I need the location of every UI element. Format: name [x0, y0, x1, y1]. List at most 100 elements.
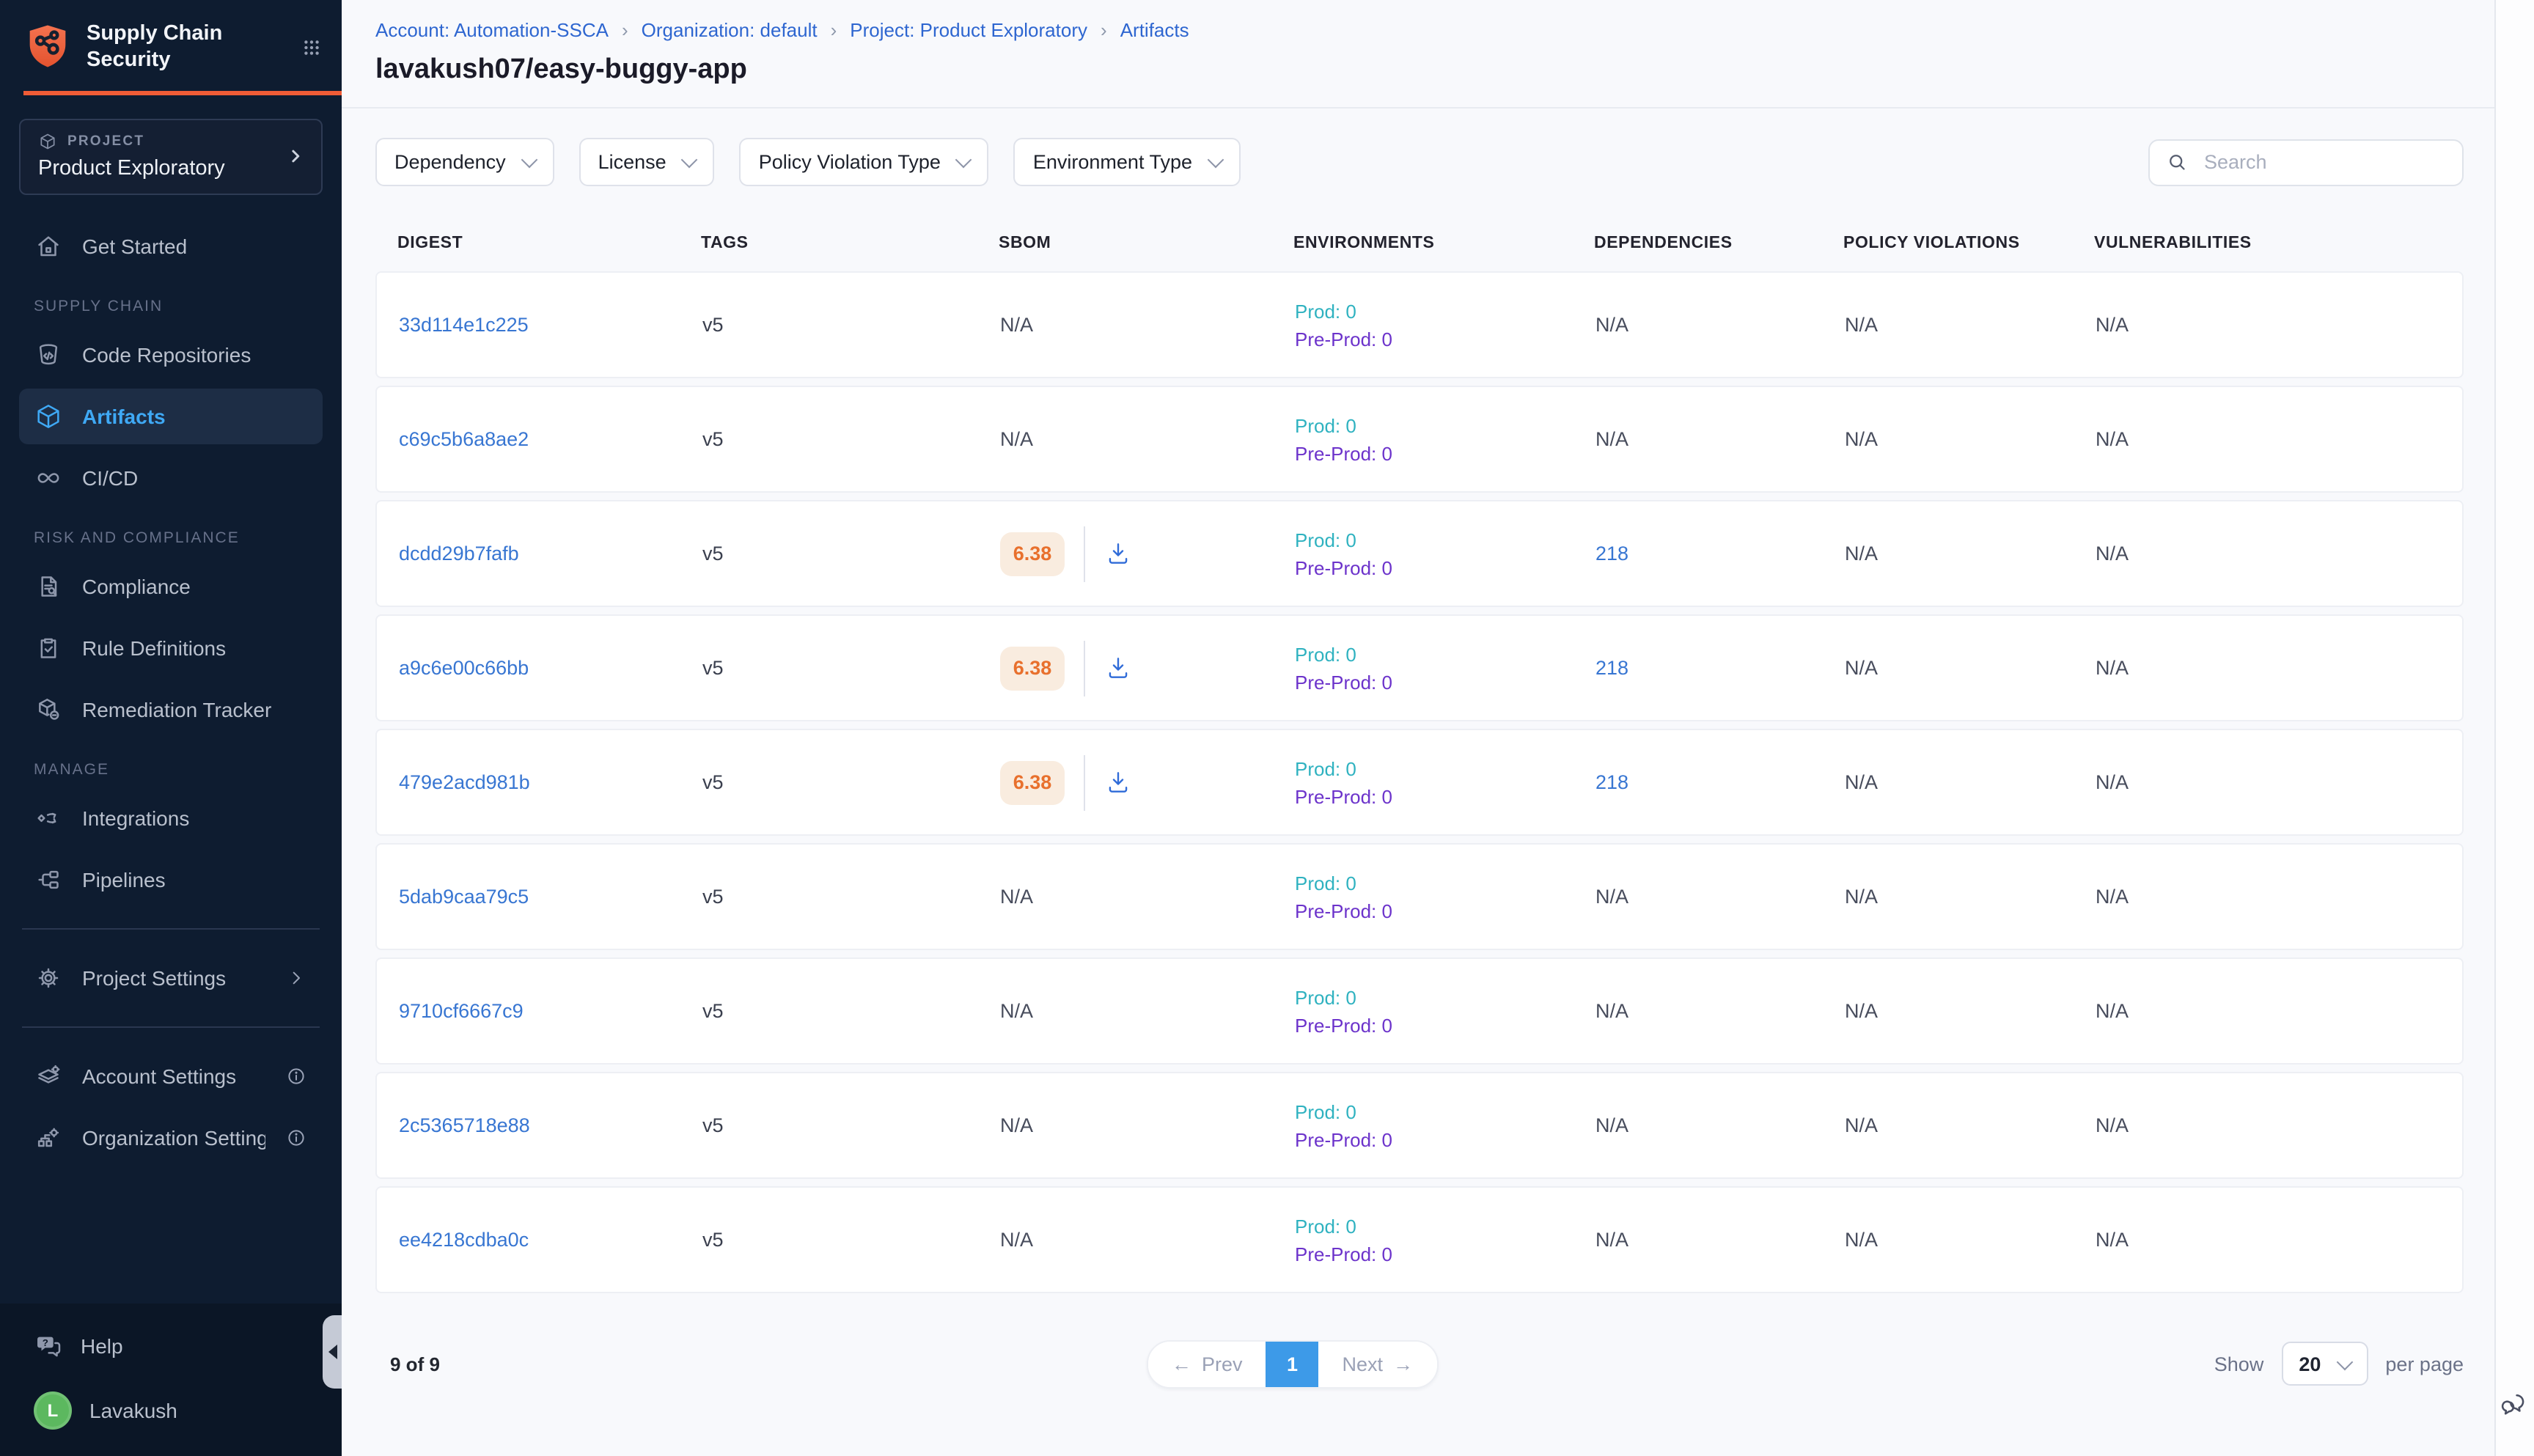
- table-row[interactable]: 9710cf6667c9v5N/AProd: 0Pre-Prod: 0N/AN/…: [375, 957, 2464, 1065]
- filter-dropdown-license[interactable]: License: [579, 138, 715, 186]
- page-title: lavakush07/easy-buggy-app: [375, 54, 2464, 87]
- sidebar-item-pipelines[interactable]: Pipelines: [19, 852, 323, 908]
- sidebar-item-compliance[interactable]: Compliance: [19, 559, 323, 614]
- table-row[interactable]: c69c5b6a8ae2v5N/AProd: 0Pre-Prod: 0N/AN/…: [375, 386, 2464, 493]
- main-content: Account: Automation-SSCA › Organization: d…: [342, 0, 2494, 1456]
- sidebar-section-label: SUPPLY CHAIN: [34, 298, 323, 315]
- env-prod-count[interactable]: Prod: 0: [1295, 1212, 1392, 1240]
- env-preprod-count[interactable]: Pre-Prod: 0: [1295, 1011, 1392, 1039]
- digest-link[interactable]: 479e2acd981b: [399, 771, 530, 793]
- env-preprod-count[interactable]: Pre-Prod: 0: [1295, 1125, 1392, 1153]
- digest-link[interactable]: dcdd29b7fafb: [399, 543, 519, 565]
- sidebar-item-remediation-tracker[interactable]: Remediation Tracker: [19, 682, 323, 738]
- policy-violations-value: N/A: [1845, 771, 1878, 793]
- project-selector[interactable]: PROJECT Product Exploratory: [19, 119, 323, 195]
- filter-dropdown-environment-type[interactable]: Environment Type: [1014, 138, 1241, 186]
- table-row[interactable]: dcdd29b7fafbv56.38Prod: 0Pre-Prod: 0218N…: [375, 500, 2464, 607]
- env-preprod-count[interactable]: Pre-Prod: 0: [1295, 782, 1392, 810]
- right-gutter: [2494, 0, 2534, 1456]
- dependencies-count-link[interactable]: 218: [1595, 771, 1628, 793]
- digest-link[interactable]: ee4218cdba0c: [399, 1229, 529, 1251]
- sidebar-item-code-repositories[interactable]: Code Repositories: [19, 327, 323, 383]
- sidebar-item-help[interactable]: ? Help: [34, 1321, 308, 1371]
- env-prod-count[interactable]: Prod: 0: [1295, 640, 1392, 668]
- feedback-chat-icon[interactable]: [2500, 1390, 2528, 1418]
- digest-link[interactable]: 2c5365718e88: [399, 1114, 530, 1136]
- table-row[interactable]: 479e2acd981bv56.38Prod: 0Pre-Prod: 0218N…: [375, 729, 2464, 836]
- sidebar-item-get-started[interactable]: Get Started: [19, 218, 323, 274]
- breadcrumb-link-artifacts[interactable]: Artifacts: [1120, 19, 1189, 41]
- env-prod-count[interactable]: Prod: 0: [1295, 754, 1392, 782]
- sidebar-divider: [22, 928, 320, 930]
- code-repository-icon: [34, 340, 63, 369]
- env-prod-count[interactable]: Prod: 0: [1295, 1097, 1392, 1125]
- breadcrumb-link-project-product-exploratory[interactable]: Project: Product Exploratory: [850, 19, 1087, 41]
- breadcrumb: Account: Automation-SSCA › Organization: d…: [375, 19, 2464, 41]
- vulnerabilities-value: N/A: [2096, 1000, 2129, 1022]
- app-window: Supply ChainSecurity PROJECT Product Exp…: [0, 0, 2534, 1456]
- env-prod-count[interactable]: Prod: 0: [1295, 869, 1392, 897]
- module-switcher-grid-icon[interactable]: [302, 37, 321, 56]
- env-preprod-count[interactable]: Pre-Prod: 0: [1295, 668, 1392, 696]
- env-preprod-count[interactable]: Pre-Prod: 0: [1295, 554, 1392, 581]
- user-profile[interactable]: L Lavakush: [34, 1386, 308, 1435]
- filter-bar: Dependency License Policy Violation Type En…: [375, 138, 2464, 186]
- product-name: Supply ChainSecurity: [87, 21, 287, 73]
- filter-dropdown-dependency[interactable]: Dependency: [375, 138, 554, 186]
- column-header-digest: DIGEST: [397, 235, 701, 252]
- digest-link[interactable]: a9c6e00c66bb: [399, 657, 529, 679]
- download-sbom-icon[interactable]: [1104, 768, 1132, 796]
- table-row[interactable]: 2c5365718e88v5N/AProd: 0Pre-Prod: 0N/AN/…: [375, 1072, 2464, 1179]
- digest-link[interactable]: 9710cf6667c9: [399, 1000, 524, 1022]
- sidebar-item-rule-definitions[interactable]: Rule Definitions: [19, 620, 323, 676]
- download-sbom-icon[interactable]: [1104, 654, 1132, 682]
- sidebar-collapse-handle[interactable]: [323, 1315, 342, 1389]
- env-prod-count[interactable]: Prod: 0: [1295, 983, 1392, 1011]
- breadcrumb-link-account-automation-ssca[interactable]: Account: Automation-SSCA: [375, 19, 609, 41]
- sidebar-item-project-settings[interactable]: Project Settings: [19, 950, 323, 1006]
- filter-dropdown-policy-violation-type[interactable]: Policy Violation Type: [740, 138, 989, 186]
- sidebar-item-integrations[interactable]: Integrations: [19, 790, 323, 846]
- sidebar-item-artifacts[interactable]: Artifacts: [19, 389, 323, 444]
- user-name: Lavakush: [89, 1399, 308, 1422]
- table-row[interactable]: 5dab9caa79c5v5N/AProd: 0Pre-Prod: 0N/AN/…: [375, 843, 2464, 950]
- sidebar-item-account-settings[interactable]: Account Settings: [19, 1048, 323, 1104]
- cube-icon: [34, 402, 63, 431]
- prev-page-button[interactable]: ← Prev: [1148, 1342, 1266, 1387]
- search-input[interactable]: [2201, 150, 2446, 174]
- env-preprod-count[interactable]: Pre-Prod: 0: [1295, 1240, 1392, 1268]
- download-sbom-icon[interactable]: [1104, 540, 1132, 567]
- page-number-button[interactable]: 1: [1266, 1342, 1319, 1387]
- breadcrumb-link-organization-default[interactable]: Organization: default: [642, 19, 818, 41]
- env-preprod-count[interactable]: Pre-Prod: 0: [1295, 439, 1392, 467]
- breadcrumb-separator: ›: [622, 19, 628, 41]
- next-page-button[interactable]: Next →: [1319, 1342, 1437, 1387]
- env-prod-count[interactable]: Prod: 0: [1295, 297, 1392, 325]
- table-row[interactable]: 33d114e1c225v5N/AProd: 0Pre-Prod: 0N/AN/…: [375, 271, 2464, 378]
- search-field[interactable]: [2148, 139, 2464, 185]
- sidebar-item-ci-cd[interactable]: CI/CD: [19, 450, 323, 506]
- vulnerabilities-value: N/A: [2096, 1114, 2129, 1136]
- table-row[interactable]: a9c6e00c66bbv56.38Prod: 0Pre-Prod: 0218N…: [375, 614, 2464, 721]
- page-size-select[interactable]: 20: [2281, 1342, 2368, 1386]
- search-icon: [2166, 151, 2188, 173]
- digest-link[interactable]: 33d114e1c225: [399, 314, 529, 336]
- table-row[interactable]: ee4218cdba0cv5N/AProd: 0Pre-Prod: 0N/AN/…: [375, 1186, 2464, 1293]
- page-header: Account: Automation-SSCA › Organization: d…: [342, 0, 2494, 109]
- table-header-row: DIGESTTAGSSBOMENVIRONMENTSDEPENDENCIESPO…: [375, 235, 2464, 252]
- dependencies-count-link[interactable]: 218: [1595, 543, 1628, 565]
- sidebar-header: Supply ChainSecurity: [0, 0, 342, 91]
- env-preprod-count[interactable]: Pre-Prod: 0: [1295, 325, 1392, 353]
- pagination-bar: 9 of 9 ← Prev 1 Next → Show: [375, 1340, 2464, 1387]
- digest-link[interactable]: c69c5b6a8ae2: [399, 428, 529, 450]
- sidebar-item-organization-settings[interactable]: Organization Settings: [19, 1110, 323, 1166]
- dependencies-value: N/A: [1595, 428, 1628, 450]
- digest-link[interactable]: 5dab9caa79c5: [399, 886, 529, 908]
- env-prod-count[interactable]: Prod: 0: [1295, 411, 1392, 439]
- vulnerabilities-value: N/A: [2096, 428, 2129, 450]
- per-page-label: per page: [2385, 1353, 2464, 1375]
- dependencies-count-link[interactable]: 218: [1595, 657, 1628, 679]
- column-header-dependencies: DEPENDENCIES: [1594, 235, 1843, 252]
- env-preprod-count[interactable]: Pre-Prod: 0: [1295, 897, 1392, 924]
- env-prod-count[interactable]: Prod: 0: [1295, 526, 1392, 554]
